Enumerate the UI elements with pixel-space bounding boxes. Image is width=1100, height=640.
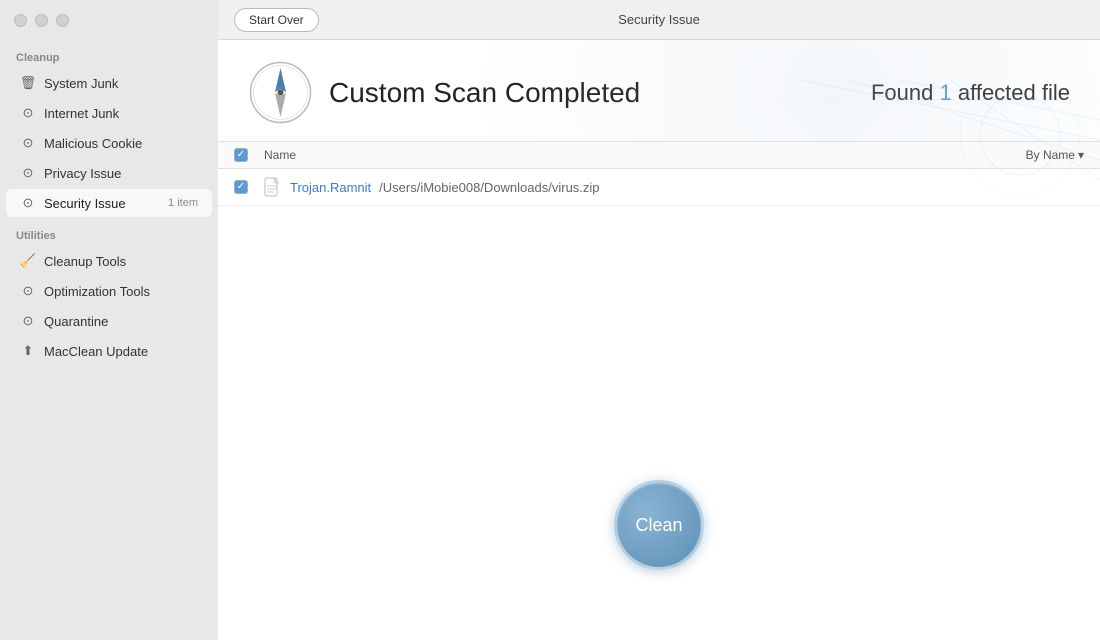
clean-button-container: Clean (574, 440, 744, 610)
header-checkbox-col (234, 148, 264, 162)
quarantine-icon: ⊙ (20, 313, 36, 329)
found-prefix: Found (871, 80, 933, 105)
found-section: Found 1 affected file (871, 80, 1070, 106)
chevron-down-icon: ▾ (1078, 148, 1084, 162)
header-title: Security Issue (618, 12, 700, 27)
sidebar-item-macclean-update[interactable]: ⬆ MacClean Update (6, 337, 212, 365)
sidebar-item-label: Cleanup Tools (44, 254, 198, 269)
security-icon: ⊙ (20, 195, 36, 211)
sidebar-item-system-junk[interactable]: 🗑 System Junk (6, 69, 212, 97)
sidebar-item-label: Internet Junk (44, 106, 198, 121)
minimize-button[interactable] (35, 14, 48, 27)
row-checkbox-col (234, 180, 264, 194)
file-col: Trojan.Ramnit /Users/iMobie008/Downloads… (264, 177, 1084, 197)
trash-icon: 🗑 (20, 75, 36, 91)
select-all-checkbox[interactable] (234, 148, 248, 162)
sidebar-item-label: Security Issue (44, 196, 160, 211)
privacy-icon: ⊙ (20, 165, 36, 181)
update-icon: ⬆ (20, 343, 36, 359)
table-row: Trojan.Ramnit /Users/iMobie008/Downloads… (218, 169, 1100, 206)
header-bar: Start Over Security Issue (218, 0, 1100, 40)
file-icon (264, 177, 282, 197)
internet-icon: ⊙ (20, 105, 36, 121)
table-header: Name By Name ▾ (218, 142, 1100, 169)
cleanup-section-label: Cleanup (0, 40, 218, 68)
sort-selector[interactable]: By Name ▾ (1026, 148, 1084, 162)
start-over-button[interactable]: Start Over (234, 8, 319, 32)
found-suffix: affected file (958, 80, 1070, 105)
compass-icon (248, 60, 313, 125)
cookie-icon: ⊙ (20, 135, 36, 151)
sidebar-item-security-issue[interactable]: ⊙ Security Issue 1 item (6, 189, 212, 217)
sidebar-item-label: Malicious Cookie (44, 136, 198, 151)
window-controls (14, 14, 69, 27)
maximize-button[interactable] (56, 14, 69, 27)
sidebar-item-malicious-cookie[interactable]: ⊙ Malicious Cookie (6, 129, 212, 157)
cleanup-icon: 🧹 (20, 253, 36, 269)
clean-button[interactable]: Clean (614, 480, 704, 570)
sidebar-item-privacy-issue[interactable]: ⊙ Privacy Issue (6, 159, 212, 187)
sidebar: Cleanup 🗑 System Junk ⊙ Internet Junk ⊙ … (0, 0, 218, 640)
utilities-section-label: Utilities (0, 218, 218, 246)
file-name[interactable]: Trojan.Ramnit (290, 180, 371, 195)
item-badge: 1 item (168, 197, 198, 209)
file-path: /Users/iMobie008/Downloads/virus.zip (379, 180, 599, 195)
sidebar-item-label: Quarantine (44, 314, 198, 329)
scan-header: Custom Scan Completed Found 1 affected f… (218, 40, 1100, 142)
found-count: 1 (940, 80, 952, 105)
scan-title: Custom Scan Completed (329, 77, 871, 109)
sidebar-item-label: MacClean Update (44, 344, 198, 359)
sidebar-item-cleanup-tools[interactable]: 🧹 Cleanup Tools (6, 247, 212, 275)
sidebar-item-internet-junk[interactable]: ⊙ Internet Junk (6, 99, 212, 127)
main-content: Start Over Security Issue Custom Scan Co… (218, 0, 1100, 640)
sidebar-item-optimization-tools[interactable]: ⊙ Optimization Tools (6, 277, 212, 305)
sidebar-item-quarantine[interactable]: ⊙ Quarantine (6, 307, 212, 335)
close-button[interactable] (14, 14, 27, 27)
sidebar-item-label: Privacy Issue (44, 166, 198, 181)
name-column-header: Name (264, 148, 1026, 162)
sidebar-item-label: Optimization Tools (44, 284, 198, 299)
sidebar-item-label: System Junk (44, 76, 198, 91)
optimization-icon: ⊙ (20, 283, 36, 299)
row-checkbox[interactable] (234, 180, 248, 194)
